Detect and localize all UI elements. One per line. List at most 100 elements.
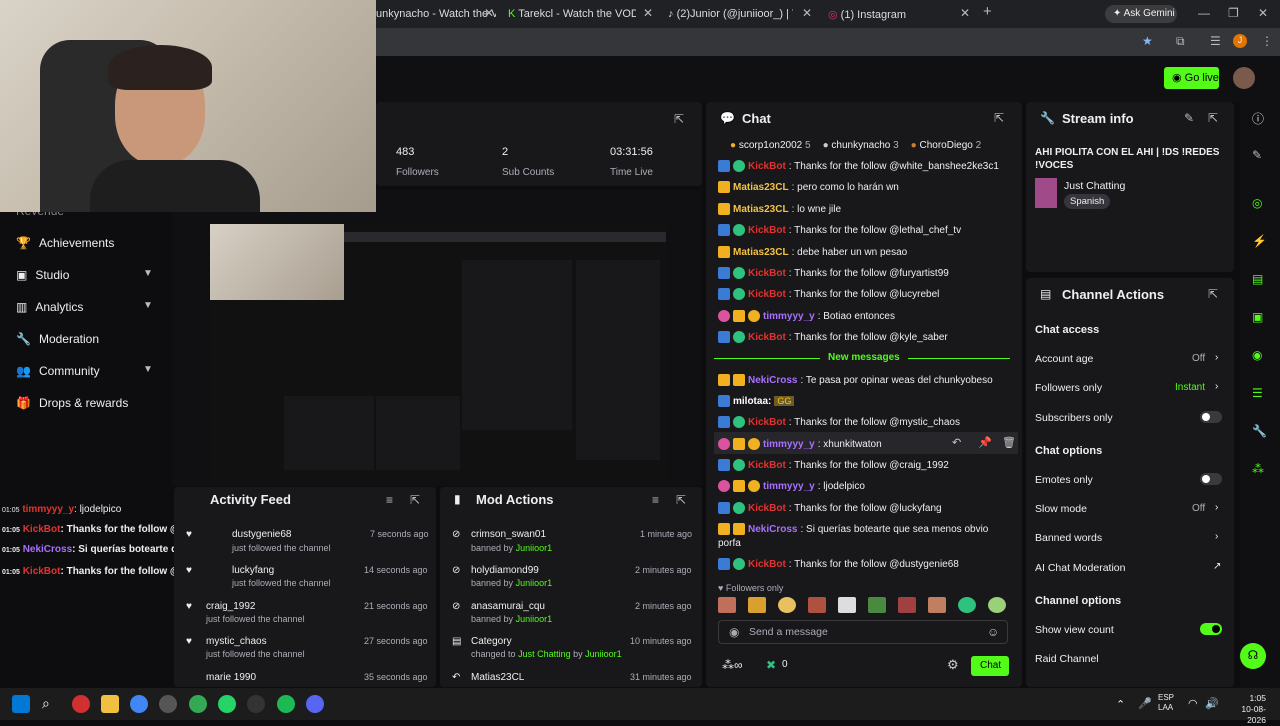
avatar[interactable] <box>1233 67 1255 89</box>
star-icon[interactable]: ★ <box>1142 34 1153 48</box>
ask-gemini-button[interactable]: ✦ Ask Gemini <box>1105 5 1177 23</box>
emoji-icon[interactable]: ☺ <box>987 625 999 639</box>
chat-message[interactable]: timmyyy_y: xhunkitwaton <box>718 438 882 450</box>
category-name[interactable]: Just Chatting <box>1064 180 1125 192</box>
profile-avatar[interactable]: J <box>1233 34 1247 48</box>
chat-message[interactable]: KickBot: Thanks for the follow @mystic_c… <box>718 416 960 428</box>
clock[interactable]: 1:05 10-08-2026 <box>1224 693 1266 726</box>
menu-icon[interactable]: ⋮ <box>1261 34 1273 48</box>
username[interactable]: KickBot <box>748 332 786 343</box>
chat-message[interactable]: KickBot: Thanks for the follow @dustygen… <box>718 558 959 570</box>
reply-icon[interactable]: ↶ <box>952 436 961 449</box>
chat-message[interactable]: KickBot: Thanks for the follow @lethal_c… <box>718 224 961 236</box>
chat-message[interactable]: Matias23CL: pero como lo harán wn <box>718 181 899 193</box>
close-icon[interactable]: ✕ <box>643 6 653 20</box>
chat-input[interactable]: ◉ Send a message ☺ <box>718 620 1008 644</box>
microphone-icon[interactable]: 🎤 <box>1138 697 1152 710</box>
username[interactable]: KickBot <box>748 161 786 172</box>
new-tab-button[interactable]: + <box>983 3 992 20</box>
target-icon[interactable]: ◎ <box>1252 196 1262 210</box>
close-icon[interactable]: ✕ <box>802 6 812 20</box>
app-icon[interactable] <box>72 695 90 713</box>
popout-icon[interactable]: ⇱ <box>410 493 420 507</box>
sidebar-item-drops[interactable]: 🎁 Drops & rewards <box>16 396 128 410</box>
chat-message[interactable]: KickBot: Thanks for the follow @furyarti… <box>718 267 949 279</box>
tab-kick-chunkynacho[interactable]: unkynacho - Watch the VOD <box>376 4 496 26</box>
language-tag[interactable]: Spanish <box>1064 194 1111 209</box>
list-icon[interactable]: ☰ <box>1252 386 1263 400</box>
username[interactable]: KickBot <box>748 559 786 570</box>
close-icon[interactable]: ✕ <box>960 6 970 20</box>
emote-icon[interactable] <box>718 597 736 613</box>
popout-icon[interactable]: ⇱ <box>994 111 1004 125</box>
chevron-right-icon[interactable]: › <box>1215 381 1218 392</box>
emote-icon[interactable] <box>778 597 796 613</box>
username[interactable]: KickBot <box>748 503 786 514</box>
gifter-3[interactable]: ● ChoroDiego 2 <box>911 140 982 151</box>
username[interactable]: NekiCross <box>748 375 797 386</box>
followers-only-label[interactable]: Followers only <box>1035 382 1102 394</box>
chat-message[interactable]: KickBot: Thanks for the follow @craig_19… <box>718 459 949 471</box>
popout-icon[interactable]: ⇱ <box>676 493 686 507</box>
send-chat-button[interactable]: Chat <box>971 656 1009 676</box>
gifter-2[interactable]: ● chunkynacho 3 <box>823 140 899 151</box>
windows-start-icon[interactable] <box>12 695 30 713</box>
new-messages-label[interactable]: New messages <box>820 352 908 363</box>
chat-message[interactable]: timmyyy_y: ljodelpico <box>718 480 865 492</box>
filter-icon[interactable]: ≡ <box>386 493 393 507</box>
username[interactable]: KickBot <box>748 417 786 428</box>
username[interactable]: Matias23CL <box>733 247 789 258</box>
wifi-icon[interactable]: ◠ <box>1188 697 1198 710</box>
show-view-count-toggle[interactable] <box>1200 623 1222 635</box>
file-explorer-icon[interactable] <box>101 695 119 713</box>
sidebar-item-moderation[interactable]: 🔧 Moderation <box>16 332 99 346</box>
sidebar-item-studio[interactable]: ▣ Studio <box>16 268 69 282</box>
username[interactable]: KickBot <box>748 225 786 236</box>
chevron-down-icon[interactable]: ▼ <box>143 268 153 279</box>
tab-instagram[interactable]: ◎ (1) Instagram <box>828 4 948 26</box>
chat-message[interactable]: KickBot: Thanks for the follow @luckyfan… <box>718 502 942 514</box>
users-icon[interactable]: ⁂ <box>1252 462 1264 476</box>
spotify-icon[interactable] <box>277 695 295 713</box>
tab-tiktok[interactable]: ♪ (2)Junior (@juniioor_) | TikTok <box>668 4 793 26</box>
language-indicator[interactable]: ESP LAA <box>1158 693 1174 713</box>
slow-mode-label[interactable]: Slow mode <box>1035 503 1087 515</box>
emote-icon[interactable] <box>958 597 976 613</box>
username[interactable]: timmyyy_y <box>763 311 815 322</box>
filter-icon[interactable]: ≡ <box>652 493 659 507</box>
slow-mode-value[interactable]: Off <box>1192 503 1205 514</box>
volume-icon[interactable]: 🔊 <box>1205 697 1219 710</box>
chevron-right-icon[interactable]: › <box>1215 352 1218 363</box>
emote-icon[interactable] <box>898 597 916 613</box>
chat-bubble-icon[interactable]: ▣ <box>1252 310 1263 324</box>
username[interactable]: KickBot <box>748 268 786 279</box>
chrome-icon[interactable] <box>130 695 148 713</box>
maximize-icon[interactable]: ❐ <box>1228 6 1239 20</box>
chevron-right-icon[interactable]: › <box>1215 531 1218 542</box>
emote-icon[interactable] <box>748 597 766 613</box>
username[interactable]: timmyyy_y <box>763 439 815 450</box>
chat-message[interactable]: timmyyy_y: Botiao entonces <box>718 310 895 322</box>
extensions-icon[interactable]: ⧉ <box>1176 34 1185 49</box>
whatsapp-icon[interactable] <box>218 695 236 713</box>
external-link-icon[interactable]: ↗ <box>1213 561 1221 572</box>
popout-icon[interactable]: ⇱ <box>674 112 684 126</box>
minimize-icon[interactable]: — <box>1198 6 1210 20</box>
lightning-icon[interactable]: ⚡ <box>1252 234 1267 248</box>
ai-moderation-label[interactable]: AI Chat Moderation <box>1035 562 1125 574</box>
popout-icon[interactable]: ⇱ <box>1208 111 1218 125</box>
go-live-button[interactable]: ◉ Go live <box>1164 67 1219 89</box>
sidebar-item-analytics[interactable]: ▥ Analytics <box>16 300 83 314</box>
emote-icon[interactable] <box>988 597 1006 613</box>
media-icon[interactable]: ☰ <box>1210 34 1221 48</box>
info-icon[interactable]: ⓘ <box>1252 110 1264 127</box>
settings-icon[interactable] <box>159 695 177 713</box>
search-icon[interactable]: ⌕ <box>42 695 60 713</box>
users-icon[interactable]: ⁂∞ <box>722 658 743 672</box>
chat-message[interactable]: KickBot: Thanks for the follow @kyle_sab… <box>718 331 948 343</box>
close-window-icon[interactable]: ✕ <box>1258 6 1268 20</box>
sidebar-item-community[interactable]: 👥 Community <box>16 364 100 378</box>
app-icon[interactable] <box>247 695 265 713</box>
chat-message[interactable]: Matias23CL: lo wne jile <box>718 203 841 215</box>
discord-icon[interactable] <box>306 695 324 713</box>
